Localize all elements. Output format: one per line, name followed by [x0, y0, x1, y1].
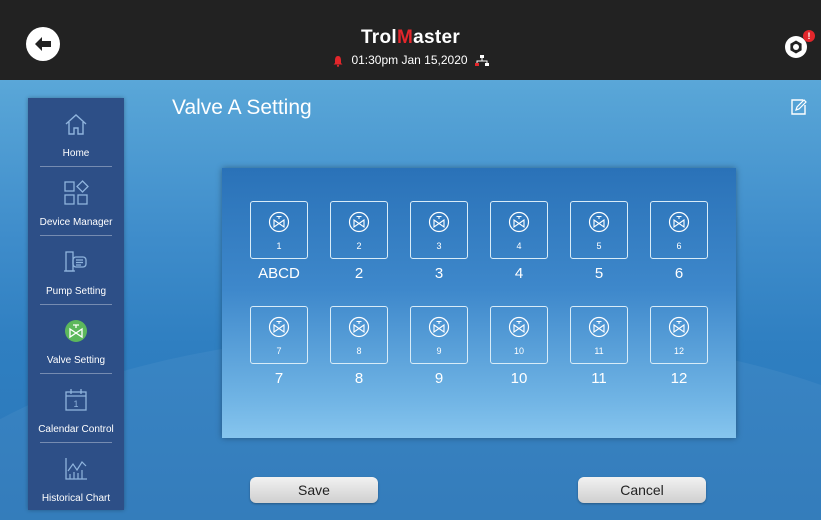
- brand-text-highlight: M: [396, 27, 414, 48]
- valve-name: 3: [434, 265, 444, 282]
- notification-badge: !: [803, 30, 815, 42]
- valve-icon: [348, 211, 370, 233]
- brand-logo: TrolMaster: [0, 27, 821, 49]
- valve-icon: [668, 211, 690, 233]
- valve-icon: [268, 211, 290, 233]
- valve-number: 8: [356, 346, 362, 356]
- sidebar-item-historical-chart[interactable]: Historical Chart: [28, 443, 124, 511]
- valve-tile[interactable]: 10: [490, 306, 548, 364]
- valve-name: 5: [594, 265, 604, 282]
- valve-icon: [348, 316, 370, 338]
- valve-name: 12: [670, 370, 688, 387]
- valve-tile[interactable]: 2: [330, 201, 388, 259]
- valve-number: 6: [676, 241, 682, 251]
- valve-tile[interactable]: 7: [250, 306, 308, 364]
- valve-number: 5: [596, 241, 602, 251]
- valve-tile[interactable]: 8: [330, 306, 388, 364]
- valve-tile[interactable]: 6: [650, 201, 708, 259]
- top-bar: TrolMaster 01:30pm Jan 15,2020 !: [0, 0, 821, 80]
- valve-number: 9: [436, 346, 442, 356]
- page-title: Valve A Setting: [172, 96, 312, 119]
- valve-name: 10: [510, 370, 528, 387]
- sidebar-item-device-manager[interactable]: Device Manager: [28, 167, 124, 235]
- valve-number: 1: [276, 241, 282, 251]
- sidebar-item-pump-setting[interactable]: Pump Setting: [28, 236, 124, 304]
- valve-icon: [65, 320, 87, 342]
- brand-text-part1: Trol: [360, 27, 397, 48]
- valve-number: 7: [276, 346, 282, 356]
- valve-icon: [508, 316, 530, 338]
- valve-tile[interactable]: 4: [490, 201, 548, 259]
- device-manager-icon: [64, 180, 89, 205]
- network-status-icon[interactable]: [474, 54, 489, 67]
- valve-tile[interactable]: 9: [410, 306, 468, 364]
- save-button[interactable]: Save: [250, 477, 378, 503]
- calendar-day-number: 1: [73, 399, 78, 409]
- sidebar-item-label: Pump Setting: [45, 286, 107, 297]
- valve-name: 11: [591, 370, 607, 387]
- valve-number: 2: [356, 241, 362, 251]
- cancel-button[interactable]: Cancel: [578, 477, 706, 503]
- valve-tile[interactable]: 1: [250, 201, 308, 259]
- valve-name: 6: [674, 265, 684, 282]
- valve-icon: [588, 211, 610, 233]
- pump-icon: [64, 251, 87, 272]
- valve-name: ABCD: [258, 265, 300, 282]
- sidebar-item-label: Device Manager: [39, 217, 113, 228]
- alarm-bell-icon[interactable]: [332, 55, 344, 67]
- status-row: 01:30pm Jan 15,2020: [0, 53, 821, 67]
- valve-tile[interactable]: 5: [570, 201, 628, 259]
- valve-tile[interactable]: 11: [570, 306, 628, 364]
- valve-number: 4: [516, 241, 522, 251]
- sidebar-item-calendar-control[interactable]: 1 Calendar Control: [28, 374, 124, 442]
- valve-name: 4: [514, 265, 524, 282]
- valve-icon: [588, 316, 610, 338]
- valve-number: 10: [513, 346, 524, 356]
- valve-name: 9: [434, 370, 444, 387]
- sidebar-item-label: Home: [62, 148, 90, 159]
- valve-number: 11: [594, 346, 604, 356]
- valve-icon: [268, 316, 290, 338]
- valve-name: 8: [354, 370, 364, 387]
- valve-name: 7: [274, 370, 284, 387]
- chart-icon: [65, 458, 87, 480]
- valve-icon: [508, 211, 530, 233]
- sidebar-item-valve-setting[interactable]: Valve Setting: [28, 305, 124, 373]
- valve-number: 3: [436, 241, 442, 251]
- valve-icon: [668, 316, 690, 338]
- valve-tile[interactable]: 3: [410, 201, 468, 259]
- sidebar-item-label: Calendar Control: [38, 424, 114, 435]
- sidebar-item-label: Valve Setting: [46, 355, 106, 366]
- calendar-icon: 1: [65, 389, 87, 411]
- sidebar-item-home[interactable]: Home: [28, 98, 124, 166]
- brand-text-part2: aster: [413, 27, 461, 48]
- sidebar-item-label: Historical Chart: [41, 493, 111, 504]
- clock-text: 01:30pm Jan 15,2020: [351, 53, 468, 67]
- valve-icon: [428, 211, 450, 233]
- valve-tile[interactable]: 12: [650, 306, 708, 364]
- valve-panel: 1 ABCD 2 2 3 3 4 4 5 5 6 6 7 7 8 8 9 9 10 10 11 11 12 12: [222, 168, 736, 438]
- valve-number: 12: [673, 346, 684, 356]
- valve-name: 2: [354, 265, 364, 282]
- main-area: Home Device Manager Pump Setting Valve S…: [0, 80, 821, 520]
- valve-icon: [428, 316, 450, 338]
- edit-icon: [791, 99, 807, 115]
- edit-button[interactable]: [790, 98, 808, 116]
- sidebar: Home Device Manager Pump Setting Valve S…: [28, 98, 124, 510]
- home-icon: [65, 114, 87, 135]
